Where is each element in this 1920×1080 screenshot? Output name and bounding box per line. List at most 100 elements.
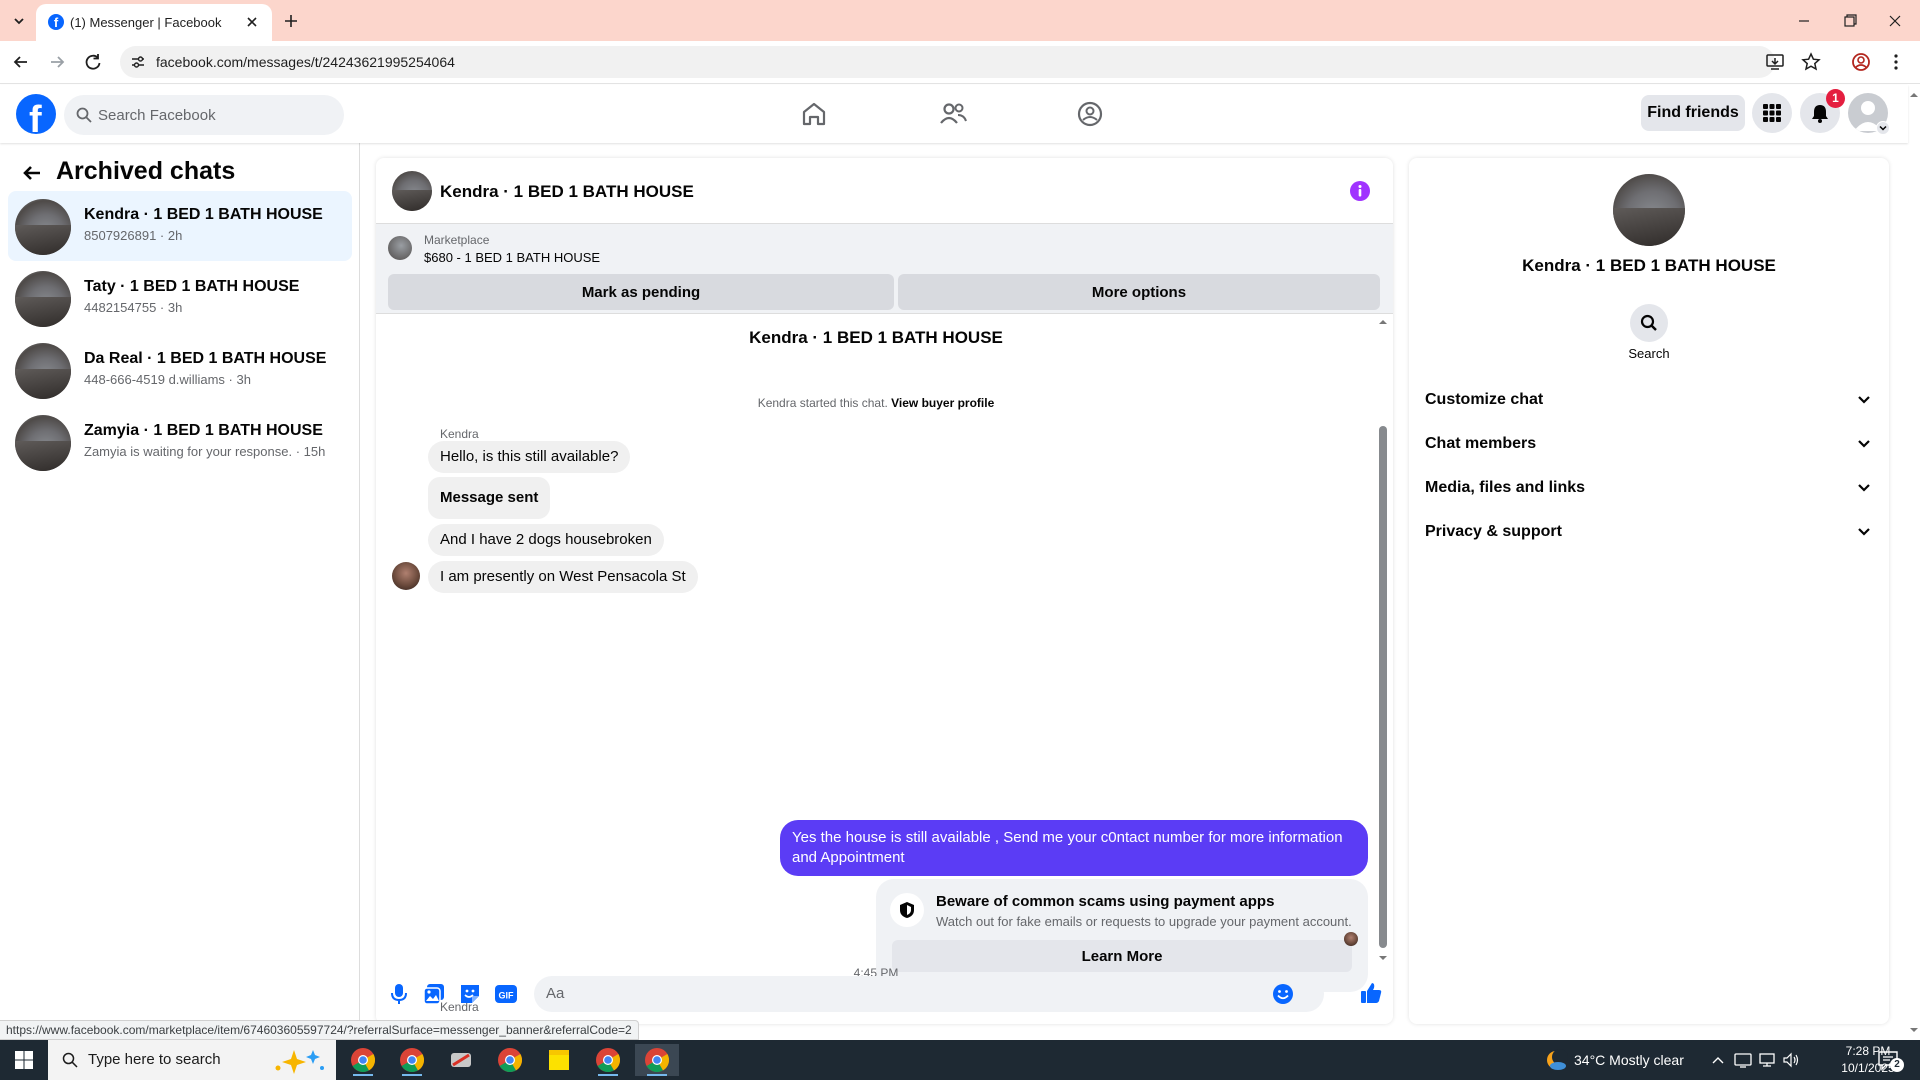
facebook-search-box[interactable]: Search Facebook: [64, 95, 344, 135]
browser-menu-icon[interactable]: [1886, 52, 1906, 72]
message-bubble[interactable]: Message sent: [428, 477, 551, 519]
avatar: [15, 343, 71, 399]
info-icon: [1358, 185, 1362, 197]
groups-nav-button[interactable]: [1075, 99, 1105, 129]
scroll-down-arrow[interactable]: [1378, 954, 1388, 962]
intro-line: Kendra started this chat. View buyer pro…: [376, 396, 1376, 410]
section-customize-chat[interactable]: Customize chat: [1425, 378, 1873, 422]
chevron-down-icon: [14, 18, 24, 25]
more-options-button[interactable]: More options: [898, 274, 1380, 310]
message-list[interactable]: Kendra · 1 BED 1 BATH HOUSE Kendra start…: [376, 314, 1393, 1024]
bookmark-star-icon[interactable]: [1801, 52, 1821, 72]
start-button[interactable]: [0, 1040, 48, 1080]
intro-text: Kendra started this chat.: [757, 396, 888, 410]
minimize-icon: [1799, 20, 1809, 22]
friends-nav-button[interactable]: [938, 99, 968, 129]
taskbar-chrome-2[interactable]: [390, 1044, 434, 1076]
message-bubble[interactable]: And I have 2 dogs housebroken: [428, 524, 664, 556]
search-icon: [76, 107, 92, 123]
site-info-icon[interactable]: [130, 54, 146, 70]
thumbs-up-icon: [1361, 983, 1382, 1003]
arrow-right-icon: [51, 56, 65, 68]
bell-icon: [1812, 105, 1828, 123]
back-button[interactable]: [10, 51, 32, 73]
taskbar-sticky-notes[interactable]: [537, 1044, 581, 1076]
volume-icon[interactable]: [1782, 1052, 1800, 1068]
page-scroll-down-arrow[interactable]: [1909, 1026, 1919, 1034]
avatar[interactable]: [392, 171, 432, 211]
account-chevron-icon: [1876, 121, 1890, 135]
avatar: [15, 199, 71, 255]
taskbar-search-placeholder: Type here to search: [88, 1051, 221, 1068]
sticker-button[interactable]: [458, 982, 482, 1006]
taskbar-chrome-1[interactable]: [341, 1044, 385, 1076]
back-button[interactable]: [20, 161, 44, 185]
section-media-files-links[interactable]: Media, files and links: [1425, 466, 1873, 510]
taskbar-search-box[interactable]: Type here to search: [48, 1040, 336, 1080]
outgoing-message-bubble[interactable]: Yes the house is still available , Send …: [780, 820, 1368, 876]
conversation-info-button[interactable]: [1350, 181, 1370, 201]
mark-pending-button[interactable]: Mark as pending: [388, 274, 894, 310]
chrome-icon: [400, 1048, 425, 1073]
install-app-icon[interactable]: [1765, 52, 1785, 72]
view-buyer-profile-link[interactable]: View buyer profile: [891, 396, 994, 410]
avatar[interactable]: [392, 562, 420, 590]
avatar[interactable]: [1613, 174, 1685, 246]
gif-button[interactable]: GIF: [494, 983, 518, 1005]
close-window-button[interactable]: [1883, 9, 1907, 33]
taskbar-chrome-4[interactable]: [586, 1044, 630, 1076]
notification-badge: 1: [1826, 89, 1845, 108]
profile-icon[interactable]: [1851, 52, 1871, 72]
meet-now-icon[interactable]: [1734, 1052, 1752, 1068]
search-input[interactable]: Search Facebook: [98, 107, 216, 124]
chrome-icon: [498, 1048, 523, 1073]
voice-clip-button[interactable]: [388, 982, 410, 1006]
home-nav-button[interactable]: [799, 99, 829, 129]
facebook-logo-icon[interactable]: f: [16, 94, 56, 134]
sticky-notes-icon: [549, 1050, 569, 1070]
page-scroll-up-arrow[interactable]: [1909, 91, 1919, 99]
restore-button[interactable]: [1838, 9, 1862, 33]
find-friends-button[interactable]: Find friends: [1641, 95, 1745, 131]
section-privacy-support[interactable]: Privacy & support: [1425, 510, 1873, 554]
facebook-favicon-icon: f: [48, 14, 64, 30]
sender-name: Kendra: [440, 427, 479, 441]
section-chat-members[interactable]: Chat members: [1425, 422, 1873, 466]
network-icon[interactable]: [1758, 1052, 1776, 1068]
scrollbar-thumb[interactable]: [1379, 426, 1387, 948]
listing-title[interactable]: $680 - 1 BED 1 BATH HOUSE: [424, 250, 600, 265]
chat-name: Da Real · 1 BED 1 BATH HOUSE: [84, 350, 327, 367]
chat-row-da-real[interactable]: Da Real · 1 BED 1 BATH HOUSE 448-666-451…: [8, 335, 352, 405]
address-bar[interactable]: facebook.com/messages/t/2424362199525406…: [120, 46, 1784, 78]
menu-button[interactable]: [1752, 93, 1792, 133]
browser-tab[interactable]: f (1) Messenger | Facebook: [36, 4, 272, 41]
message-input[interactable]: Aa: [534, 976, 1324, 1012]
chat-row-zamyia[interactable]: Zamyia · 1 BED 1 BATH HOUSE Zamyia is wa…: [8, 407, 352, 477]
show-hidden-icons-button[interactable]: [1710, 1052, 1726, 1068]
forward-button[interactable]: [46, 51, 68, 73]
banner-source: Marketplace: [424, 233, 490, 247]
taskbar-chrome-3[interactable]: [488, 1044, 532, 1076]
tab-close-button[interactable]: [244, 14, 260, 30]
scroll-up-arrow[interactable]: [1378, 318, 1388, 326]
message-bubble[interactable]: I am presently on West Pensacola St: [428, 561, 698, 593]
conversation-title[interactable]: Kendra · 1 BED 1 BATH HOUSE: [440, 182, 694, 202]
minimize-button[interactable]: [1792, 9, 1816, 33]
reload-button[interactable]: [82, 51, 104, 73]
attach-media-button[interactable]: [422, 982, 446, 1006]
notification-count-badge: 2: [1890, 1058, 1904, 1072]
taskbar-chrome-5[interactable]: [635, 1044, 679, 1076]
search-in-conversation-button[interactable]: [1630, 304, 1668, 342]
chat-row-taty[interactable]: Taty · 1 BED 1 BATH HOUSE 4482154755 · 3…: [8, 263, 352, 333]
emoji-button[interactable]: [1272, 983, 1294, 1005]
new-tab-button[interactable]: [280, 10, 302, 32]
listing-thumbnail[interactable]: [388, 236, 412, 260]
message-bubble[interactable]: Hello, is this still available?: [428, 441, 631, 473]
chevron-up-icon: [1712, 1057, 1724, 1064]
chat-preview: 8507926891 · 2h: [84, 228, 183, 243]
tab-search-button[interactable]: [8, 10, 30, 32]
chevron-down-icon: [1858, 440, 1870, 448]
taskbar-app-3[interactable]: [439, 1044, 483, 1076]
send-like-button[interactable]: [1359, 981, 1383, 1005]
chat-row-kendra[interactable]: Kendra · 1 BED 1 BATH HOUSE 8507926891 ·…: [8, 191, 352, 261]
